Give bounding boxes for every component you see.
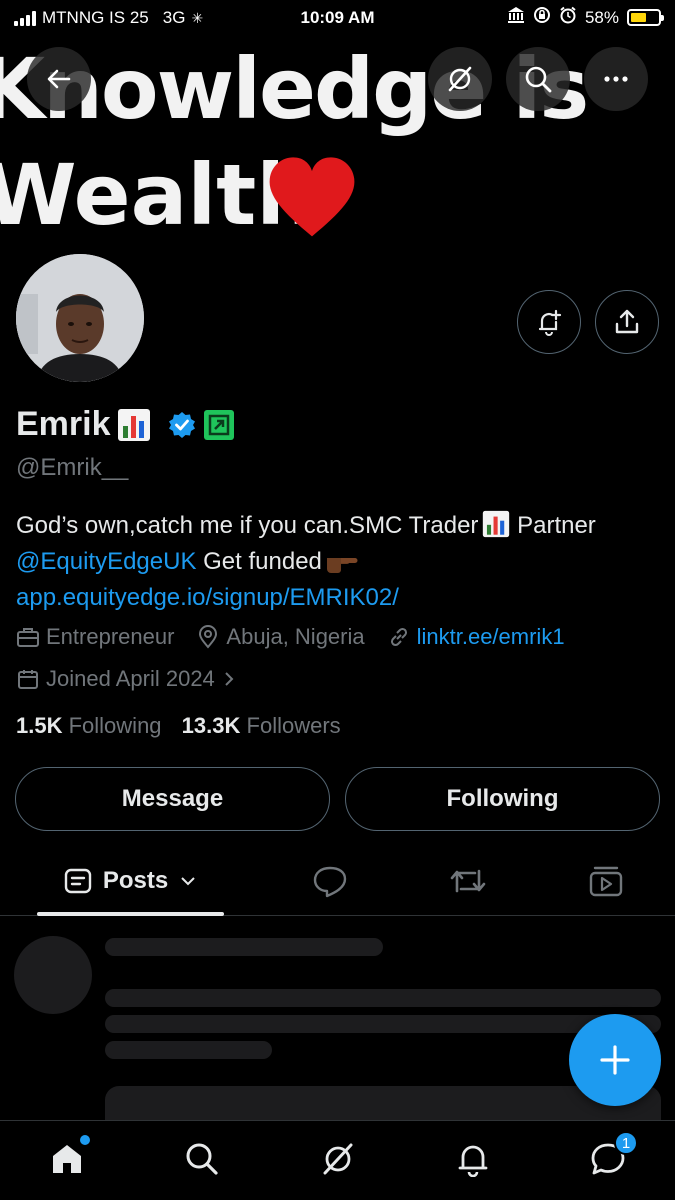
alarm-icon [559,6,577,29]
share-button[interactable] [595,290,659,354]
nav-grok[interactable] [316,1137,360,1181]
follow-stats: 1.5K Following 13.3K Followers [16,713,341,739]
tab-replies[interactable] [300,848,360,914]
bell-icon [458,1145,488,1177]
link-icon [390,627,407,647]
tab-posts-label: Posts [102,867,169,894]
message-button[interactable]: Message [15,767,330,831]
calendar-icon [18,670,38,689]
battery-icon [627,9,664,26]
profile-website-link[interactable]: linktr.ee/emrik1 [417,624,565,650]
bar-chart-emoji-icon [483,510,510,538]
loading-avatar-placeholder [14,936,92,1014]
tab-media[interactable] [576,848,636,914]
profile-meta-row: Entrepreneur Abuja, Nigeria linktr.ee/em… [16,624,565,650]
bell-plus-icon [538,309,562,336]
avatar[interactable] [12,250,148,386]
tab-reposts[interactable] [438,848,498,914]
verified-badge-icon [168,411,195,438]
bio-url-link[interactable]: app.equityedge.io/signup/EMRIK02/ [16,584,399,611]
loading-line-placeholder [105,1041,272,1059]
home-notification-dot [80,1135,90,1145]
display-name: Emrik [16,405,111,443]
reply-bubble-icon [313,866,347,898]
share-icon [615,309,639,334]
search-icon [525,66,552,93]
search-icon [186,1143,218,1175]
repost-icon [450,869,486,893]
nav-home[interactable] [45,1135,90,1181]
nav-notifications[interactable] [451,1137,495,1181]
active-tab-indicator [37,912,224,916]
search-button[interactable] [506,47,570,111]
bank-icon [507,6,525,29]
briefcase-icon [17,628,39,647]
back-button[interactable] [27,47,91,111]
profile-handle: @Emrik__ [16,454,129,481]
loading-line-placeholder [105,1015,661,1033]
tab-posts[interactable]: Posts [37,848,224,914]
more-icon [604,76,628,82]
profile-category: Entrepreneur [46,624,175,649]
following-button[interactable]: Following [345,767,660,831]
messages-count-badge: 1 [614,1131,638,1155]
nav-search[interactable] [180,1137,224,1181]
following-button-label: Following [446,785,559,812]
bio-text: Partner [510,512,596,539]
bio-text: Get funded [196,548,322,575]
bio-mention-link[interactable]: @EquityEdgeUK [16,548,196,575]
pointing-hand-emoji-icon [326,558,358,573]
affiliate-badge-icon [203,409,234,440]
loading-line-placeholder [105,989,661,1007]
compose-post-button[interactable] [569,1014,661,1106]
profile-tabs: Posts [0,848,675,916]
message-button-label: Message [121,785,224,812]
rotation-lock-icon [533,6,551,29]
more-options-button[interactable] [584,47,648,111]
chevron-down-icon [181,877,195,886]
following-label: Following [68,713,162,738]
profile-name: Emrik [16,405,235,444]
chevron-right-icon [225,672,234,686]
video-library-icon [589,866,623,897]
following-stat[interactable]: 1.5K Following [16,713,162,738]
heart-icon [269,157,355,237]
followers-stat[interactable]: 13.3K Followers [182,713,341,738]
grok-icon [323,1143,353,1175]
loading-line-placeholder [105,938,383,956]
posts-icon [64,868,92,894]
followers-count: 13.3K [181,713,241,738]
profile-joined-date: Joined April 2024 [46,666,215,691]
profile-banner: Knowledge is Wealth [0,36,675,250]
joined-row[interactable]: Joined April 2024 [16,666,237,692]
following-count: 1.5K [16,713,63,738]
profile-location: Abuja, Nigeria [226,624,365,649]
grok-button[interactable] [428,47,492,111]
bio-text: God’s own,catch me if you can.SMC Trader [16,512,479,539]
notifications-subscribe-button[interactable] [517,290,581,354]
bar-chart-emoji-icon [117,408,150,441]
plus-icon [600,1045,630,1075]
profile-bio: God’s own,catch me if you can.SMC Trader… [16,508,661,616]
status-bar: MTNNG IS 25 3G ✳ 10:09 AM 58% [0,0,675,36]
home-icon [53,1145,81,1173]
followers-label: Followers [246,713,341,738]
battery-percent: 58% [584,7,619,27]
grok-icon [448,66,472,92]
location-pin-icon [199,625,218,649]
avatar-photo [16,254,144,382]
bottom-navigation: 1 [0,1120,675,1200]
arrow-left-icon [47,69,71,89]
nav-messages[interactable]: 1 [586,1131,638,1181]
